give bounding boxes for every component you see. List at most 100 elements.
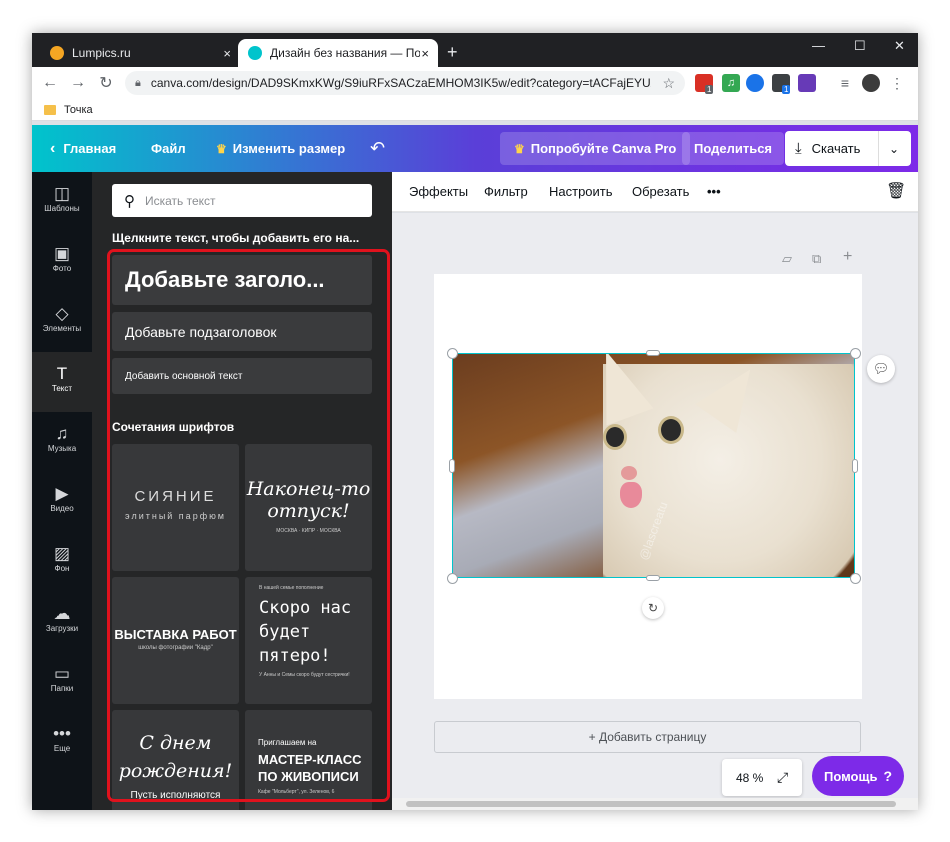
canva-favicon-icon [248, 46, 262, 60]
ad-extension-icon[interactable] [798, 74, 816, 92]
tab-lumpics[interactable]: Lumpics.ru × [40, 39, 240, 67]
more-dots-icon: ••• [53, 724, 71, 743]
resize-handle[interactable] [449, 459, 455, 473]
folder-icon: ▭ [53, 664, 71, 683]
scrollbar-thumb[interactable] [406, 801, 896, 807]
rail-photos[interactable]: ▣ Фото [32, 232, 92, 292]
resize-label: Изменить размер [232, 141, 346, 156]
reload-icon[interactable]: ↻ [92, 73, 120, 93]
address-bar[interactable]: 🔒︎ canva.com/design/DAD9SKmxKWg/S9iuRFxS… [125, 71, 685, 95]
home-button[interactable]: ‹ Главная [50, 125, 116, 172]
rail-label: Текст [51, 384, 73, 393]
bookmark-tochka[interactable]: Точка [64, 104, 93, 116]
note-icon[interactable]: ▱ [782, 251, 792, 267]
cat-photo[interactable]: @lascreatu [452, 353, 855, 578]
rail-folders[interactable]: ▭ Папки [32, 652, 92, 712]
fullscreen-icon[interactable]: ⤢ [777, 769, 788, 786]
question-icon: ? [883, 768, 893, 784]
rail-templates[interactable]: ◫ Шаблоны [32, 172, 92, 232]
share-label: Поделиться [694, 141, 773, 156]
rail-text[interactable]: T Текст [32, 352, 92, 412]
close-tab-icon[interactable]: × [223, 46, 231, 61]
effects-button[interactable]: Эффекты [409, 184, 468, 199]
music-extension-icon[interactable]: ♫ [722, 74, 740, 92]
rotate-icon[interactable]: ↻ [642, 597, 664, 619]
panel-hint: Щелкните текст, чтобы добавить его на... [112, 231, 360, 245]
tab-label: Дизайн без названия — Пост в [270, 46, 420, 60]
maximize-button[interactable]: ☐ [854, 38, 866, 54]
home-label: Главная [63, 141, 117, 156]
rail-background[interactable]: ▨ Фон [32, 532, 92, 592]
resize-handle[interactable] [447, 573, 458, 584]
templates-icon: ◫ [53, 184, 71, 203]
minimize-button[interactable]: — [812, 38, 825, 53]
browser-menu-icon[interactable]: ⋮ [888, 74, 906, 92]
chevron-left-icon: ‹ [50, 139, 56, 157]
resize-handle[interactable] [646, 575, 660, 581]
rail-music[interactable]: ♫ Музыка [32, 412, 92, 472]
rail-more[interactable]: ••• Еще [32, 712, 92, 772]
lumpics-favicon-icon [50, 46, 64, 60]
help-button[interactable]: Помощь ? [812, 756, 904, 796]
reading-list-icon[interactable]: ≡ [836, 74, 854, 92]
image-edit-toolbar: Эффекты Фильтр Настроить Обрезать ••• 🗑︎ [392, 172, 918, 212]
elements-icon: ◇ [55, 304, 69, 323]
extension-badge: 1 [782, 85, 791, 94]
lock-icon: 🔒︎ [135, 76, 141, 89]
add-comment-icon[interactable]: 💬︎ [867, 355, 895, 383]
resize-handle[interactable] [850, 348, 861, 359]
rail-video[interactable]: ▶ Видео [32, 472, 92, 532]
close-window-button[interactable]: ✕ [894, 38, 905, 54]
share-button[interactable]: Поделиться [682, 132, 785, 165]
undo-icon[interactable]: ↶ [370, 125, 385, 172]
video-icon: ▶ [55, 484, 69, 503]
file-label: Файл [151, 141, 186, 156]
resize-handle[interactable] [852, 459, 858, 473]
file-menu-button[interactable]: Файл [151, 125, 186, 172]
rail-label: Еще [53, 744, 71, 753]
close-tab-icon[interactable]: × [421, 46, 429, 61]
resize-button[interactable]: ♛ Изменить размер [216, 125, 345, 172]
zoom-control[interactable]: 48 % ⤢ [722, 759, 802, 796]
side-rail: ◫ Шаблоны ▣ Фото ◇ Элементы T Текст ♫ Музыка … [32, 172, 92, 810]
more-options-button[interactable]: ••• [707, 184, 721, 199]
download-button[interactable]: ⤓ Скачать ⌄ [785, 131, 911, 166]
download-label: Скачать [811, 141, 861, 156]
cat-nose [621, 466, 637, 480]
rail-uploads[interactable]: ☁ Загрузки [32, 592, 92, 652]
back-arrow-icon[interactable]: ← [36, 74, 64, 92]
profile-avatar[interactable] [862, 74, 880, 92]
search-text-input[interactable]: ⚲ Искать текст [112, 184, 372, 217]
help-label: Помощь [823, 768, 878, 784]
filter-button[interactable]: Фильтр [484, 184, 528, 199]
horizontal-scrollbar[interactable] [392, 798, 918, 810]
add-page-button[interactable]: + Добавить страницу [434, 721, 861, 753]
globe-extension-icon[interactable] [746, 74, 764, 92]
rail-label: Фото [52, 264, 72, 273]
cat-eye [658, 416, 684, 444]
rail-elements[interactable]: ◇ Элементы [32, 292, 92, 352]
duplicate-page-icon[interactable]: ⧉ [812, 251, 821, 267]
try-pro-button[interactable]: ♛ Попробуйте Canva Pro [500, 132, 691, 165]
add-page-plus-icon[interactable]: + [843, 248, 852, 266]
canvas-area: ▱ ⧉ + @lascreatu ↻ 💬︎ + Добавить страниц… [392, 213, 918, 798]
chevron-down-icon[interactable]: ⌄ [889, 142, 899, 156]
crop-button[interactable]: Обрезать [632, 184, 689, 199]
rail-label: Элементы [42, 324, 82, 333]
bookmark-star-icon[interactable]: ☆ [662, 75, 675, 92]
resize-handle[interactable] [447, 348, 458, 359]
canva-topbar: ‹ Главная Файл ♛ Изменить размер ↶ ♛ Поп… [32, 125, 918, 172]
resize-handle[interactable] [850, 573, 861, 584]
resize-handle[interactable] [646, 350, 660, 356]
tab-label: Lumpics.ru [72, 46, 131, 60]
new-tab-button[interactable]: + [447, 42, 458, 63]
tab-canva-design[interactable]: Дизайн без названия — Пост в × [238, 39, 438, 67]
search-placeholder: Искать текст [145, 193, 216, 208]
forward-arrow-icon[interactable]: → [64, 74, 92, 92]
zoom-level: 48 % [736, 770, 764, 785]
cat-eye [603, 424, 627, 450]
browser-window: Lumpics.ru × Дизайн без названия — Пост … [32, 33, 918, 810]
trash-icon[interactable]: 🗑︎ [886, 181, 906, 201]
adjust-button[interactable]: Настроить [549, 184, 613, 199]
rail-label: Музыка [47, 444, 77, 453]
